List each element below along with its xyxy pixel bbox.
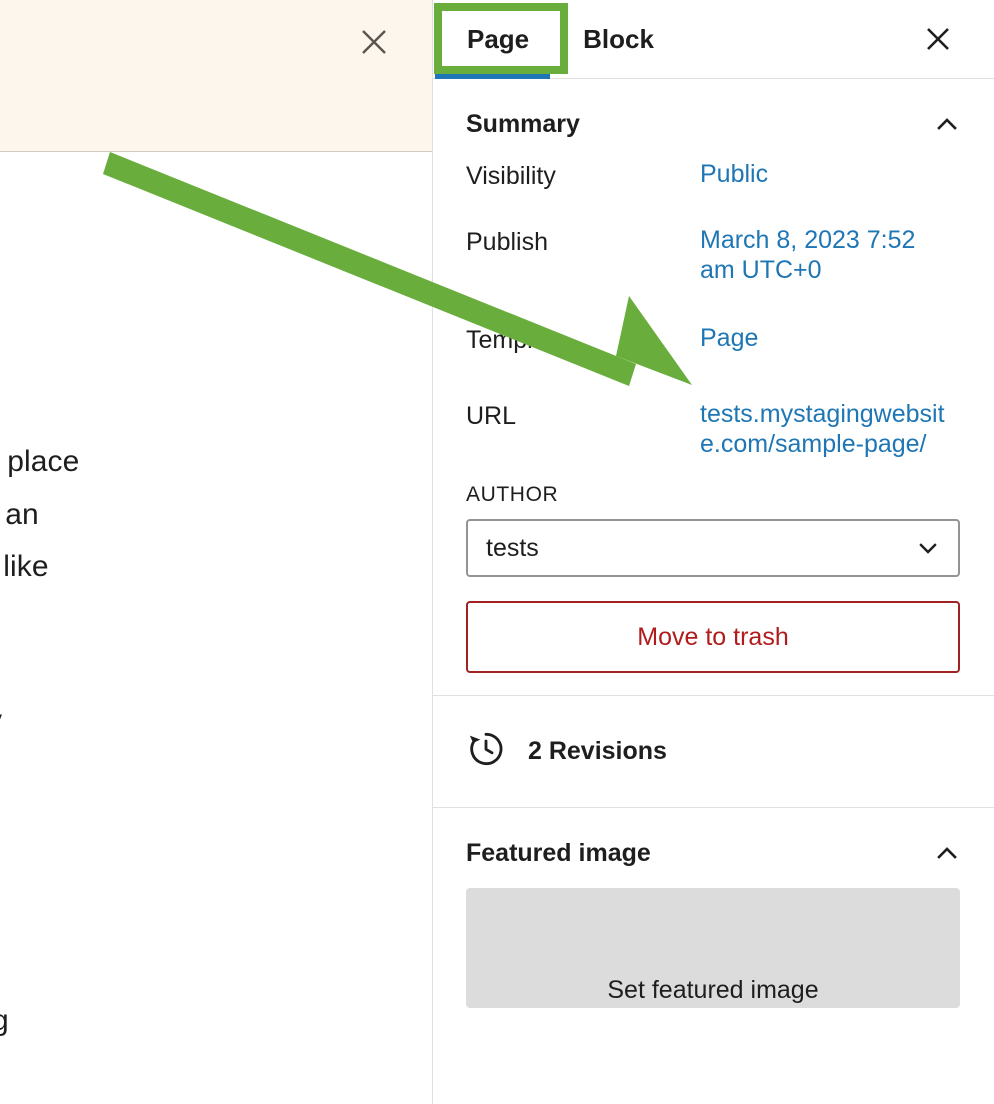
visibility-value[interactable]: Public — [700, 159, 768, 189]
editor-canvas: e place n an g like y g — [0, 0, 432, 1104]
featured-image-body: Set featured image — [433, 888, 994, 1008]
document-text-fragment: g like — [0, 550, 49, 583]
notice-dismiss-button[interactable] — [354, 22, 394, 62]
chevron-up-icon[interactable] — [930, 107, 964, 141]
close-icon — [362, 30, 386, 54]
tab-page-label: Page — [467, 23, 530, 54]
document-text-fragment: e place — [0, 445, 80, 478]
template-label: Template — [466, 326, 568, 354]
row-template: Template Page — [466, 323, 964, 355]
url-value[interactable]: tests.mystagingwebsite.com/sample-page/ — [700, 399, 948, 459]
row-publish: Publish March 8, 2023 7:52 am UTC+0 — [466, 225, 964, 285]
author-select-value: tests — [486, 533, 539, 562]
summary-panel-title: Summary — [466, 109, 580, 138]
move-to-trash-label: Move to trash — [637, 622, 789, 651]
document-text-fragment: y — [0, 703, 2, 739]
sidebar-tab-bar: Page Block — [433, 0, 994, 79]
history-icon — [466, 729, 506, 774]
visibility-label: Visibility — [466, 162, 556, 190]
author-field-label: AUTHOR — [466, 483, 559, 506]
tab-block[interactable]: Block — [559, 0, 678, 79]
screenshot-root: e place n an g like y g Page Block Sum — [0, 0, 994, 1104]
sidebar-close-button[interactable] — [916, 17, 960, 61]
summary-panel: Summary Visibility Public Publish March … — [433, 79, 994, 696]
move-to-trash-button[interactable]: Move to trash — [466, 601, 960, 673]
summary-panel-body: Visibility Public Publish March 8, 2023 … — [433, 159, 994, 695]
row-visibility: Visibility Public — [466, 159, 964, 191]
publish-label: Publish — [466, 228, 548, 256]
featured-image-panel: Featured image Set featured image — [433, 808, 994, 1008]
set-featured-image-label: Set featured image — [607, 976, 819, 1004]
chevron-down-icon — [914, 534, 942, 562]
page-settings-sidebar: Page Block Summary Visibility Public Pub… — [432, 0, 994, 1104]
publish-value[interactable]: March 8, 2023 7:52 am UTC+0 — [700, 225, 948, 285]
author-select[interactable]: tests — [466, 519, 960, 577]
featured-image-panel-header[interactable]: Featured image — [433, 808, 994, 888]
url-label: URL — [466, 402, 517, 430]
summary-panel-header[interactable]: Summary — [433, 79, 994, 159]
notice-banner — [0, 0, 432, 152]
chevron-up-icon[interactable] — [930, 836, 964, 870]
revisions-button[interactable]: 2 Revisions — [433, 696, 994, 808]
document-text-fragment: n an — [0, 498, 39, 531]
template-value[interactable]: Page — [700, 323, 758, 353]
close-icon — [927, 28, 949, 50]
document-text-fragment: g — [0, 1004, 9, 1037]
featured-image-panel-title: Featured image — [466, 838, 651, 867]
tab-page[interactable]: Page — [433, 0, 559, 79]
tab-block-label: Block — [583, 23, 654, 54]
revisions-label: 2 Revisions — [528, 737, 667, 765]
set-featured-image-button[interactable]: Set featured image — [466, 888, 960, 1008]
row-url: URL tests.mystagingwebsite.com/sample-pa… — [466, 399, 964, 459]
